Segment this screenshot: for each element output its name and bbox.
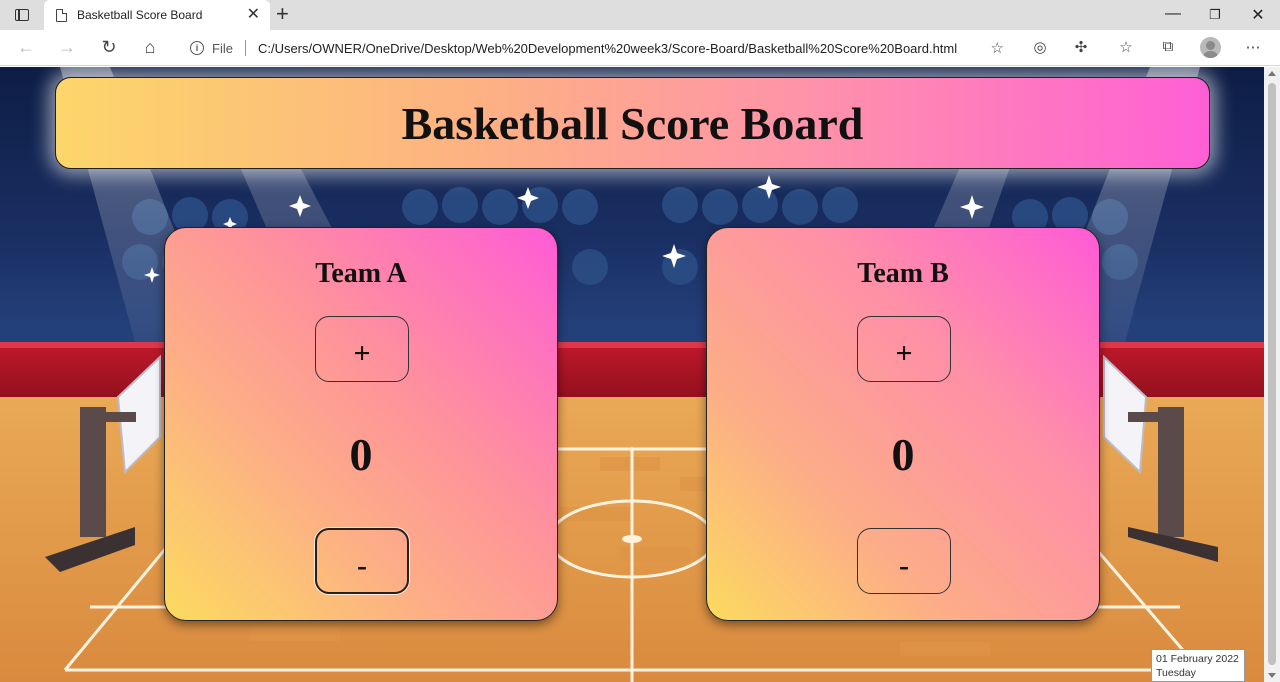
forward-icon[interactable]: →: [56, 37, 78, 57]
extensions-icon[interactable]: ✣: [1071, 38, 1091, 56]
minimize-icon[interactable]: —: [1163, 5, 1183, 23]
browser-toolbar: ← → ↻ ⌂ i File C:/Users/OWNER/OneDrive/D…: [0, 30, 1280, 66]
tooltip-date: 01 February 2022: [1156, 653, 1239, 665]
collections-icon[interactable]: ⧉: [1158, 38, 1178, 55]
profile-icon[interactable]: [1200, 37, 1221, 58]
team-a-name: Team A: [315, 258, 407, 289]
address-bar[interactable]: i File C:/Users/OWNER/OneDrive/Desktop/W…: [176, 34, 1014, 62]
team-a-card: Team A + 0 -: [164, 227, 558, 621]
favorites-icon[interactable]: ☆: [1116, 38, 1136, 56]
tooltip-day: Tuesday: [1156, 667, 1196, 679]
tab-actions-icon[interactable]: [8, 4, 36, 26]
page-viewport: Basketball Score Board Team A + 0 - Team…: [0, 67, 1264, 682]
favorite-add-icon[interactable]: ☆: [991, 39, 1004, 57]
tab-title: Basketball Score Board: [77, 8, 203, 22]
back-icon[interactable]: ←: [15, 37, 37, 57]
refresh-icon[interactable]: ↻: [98, 37, 120, 57]
page-scrollbar[interactable]: [1264, 67, 1280, 682]
restore-icon[interactable]: ❐: [1205, 7, 1225, 23]
title-banner: Basketball Score Board: [55, 77, 1210, 169]
tracking-icon[interactable]: ◎: [1030, 38, 1050, 56]
team-b-name: Team B: [857, 258, 949, 289]
scroll-down-icon[interactable]: [1268, 673, 1276, 678]
close-icon[interactable]: ✕: [247, 7, 260, 23]
scrollbar-thumb[interactable]: [1268, 83, 1276, 665]
address-divider: [244, 40, 246, 56]
home-icon[interactable]: ⌂: [139, 37, 161, 57]
team-b-score: 0: [891, 429, 915, 480]
team-b-card: Team B + 0 -: [706, 227, 1100, 621]
address-url[interactable]: C:/Users/OWNER/OneDrive/Desktop/Web%20De…: [258, 41, 957, 56]
team-a-score: 0: [349, 429, 373, 480]
page-icon: [56, 8, 67, 22]
team-a-decrement-button[interactable]: -: [315, 528, 409, 594]
date-tooltip: 01 February 2022 Tuesday: [1151, 649, 1245, 682]
info-icon[interactable]: i: [190, 41, 204, 55]
address-prefix: File: [212, 40, 233, 56]
plus-icon[interactable]: +: [276, 3, 289, 25]
team-b-decrement-button[interactable]: -: [857, 528, 951, 594]
scroll-up-icon[interactable]: [1268, 71, 1276, 76]
more-icon[interactable]: ⋯: [1243, 38, 1263, 56]
browser-tab[interactable]: Basketball Score Board ✕: [44, 0, 270, 30]
team-b-increment-button[interactable]: +: [857, 316, 951, 382]
tab-bar: Basketball Score Board ✕ + — ❐ ✕: [0, 0, 1280, 30]
team-a-increment-button[interactable]: +: [315, 316, 409, 382]
page-title: Basketball Score Board: [401, 97, 864, 149]
close-window-icon[interactable]: ✕: [1248, 5, 1268, 25]
